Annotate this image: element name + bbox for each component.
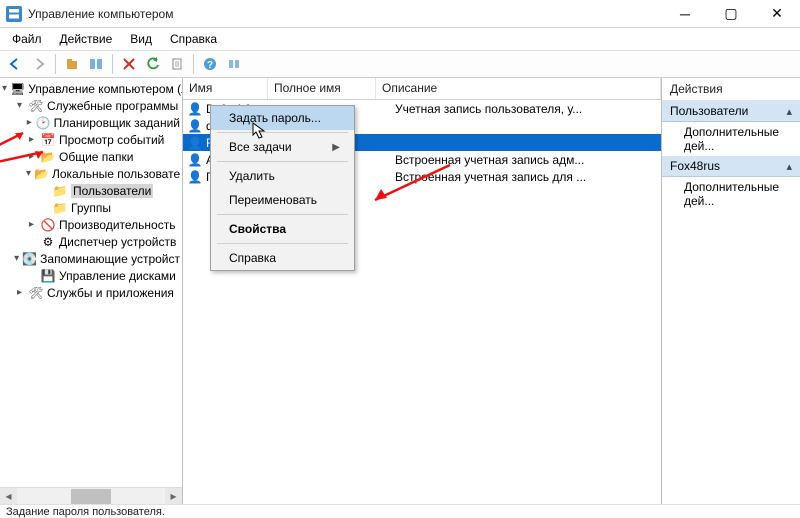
refresh-button[interactable]	[142, 53, 164, 75]
window-title: Управление компьютером	[28, 7, 662, 21]
tree-users[interactable]: 📁Пользователи	[0, 182, 182, 199]
user-icon: 👤	[187, 135, 203, 151]
menu-action[interactable]: Действие	[52, 30, 121, 48]
close-button[interactable]: ✕	[754, 0, 800, 28]
col-desc[interactable]: Описание	[376, 78, 661, 99]
user-icon: 👤	[187, 101, 203, 117]
ctx-delete[interactable]: Удалить	[211, 164, 354, 188]
delete-button[interactable]	[118, 53, 140, 75]
col-name[interactable]: Имя	[183, 78, 268, 99]
view-mode-button[interactable]	[223, 53, 245, 75]
scroll-right-icon[interactable]: ▸	[165, 488, 182, 505]
tree-panel: ▾🖥Управление компьютером (л ▾🛠Служебные …	[0, 78, 183, 504]
workspace: ▾🖥Управление компьютером (л ▾🛠Служебные …	[0, 78, 800, 504]
tree-groups[interactable]: 📁Группы	[0, 199, 182, 216]
menu-file[interactable]: Файл	[4, 30, 50, 48]
toolbar: ?	[0, 50, 800, 78]
actions-panel: Действия Пользователи▴ Дополнительные де…	[662, 78, 800, 504]
ctx-properties[interactable]: Свойства	[211, 217, 354, 241]
actions-sec-fox[interactable]: Fox48rus▴	[662, 156, 800, 177]
scroll-thumb[interactable]	[71, 489, 111, 504]
tree-root[interactable]: ▾🖥Управление компьютером (л	[0, 80, 182, 97]
context-menu: Задать пароль... Все задачи▶ Удалить Пер…	[210, 105, 355, 271]
tree-sched[interactable]: ▸🕑Планировщик заданий	[0, 114, 182, 131]
forward-button[interactable]	[28, 53, 50, 75]
tree-diskmgr[interactable]: 💾Управление дисками	[0, 267, 182, 284]
titlebar: Управление компьютером ─ ▢ ✕	[0, 0, 800, 28]
actions-more-2[interactable]: Дополнительные дей...	[662, 177, 800, 211]
tree-events[interactable]: ▸📅Просмотр событий	[0, 131, 182, 148]
tree-services[interactable]: ▸🛠Службы и приложения	[0, 284, 182, 301]
scroll-left-icon[interactable]: ◂	[0, 488, 17, 505]
app-icon	[6, 6, 22, 22]
ctx-help[interactable]: Справка	[211, 246, 354, 270]
tree-shares[interactable]: ▸📂Общие папки	[0, 148, 182, 165]
tree-local[interactable]: ▾📂Локальные пользовате	[0, 165, 182, 182]
menu-view[interactable]: Вид	[122, 30, 160, 48]
tree-storage[interactable]: ▾💽Запоминающие устройст	[0, 250, 182, 267]
list-header: Имя Полное имя Описание	[183, 78, 661, 100]
submenu-arrow-icon: ▶	[332, 142, 340, 153]
help-button[interactable]: ?	[199, 53, 221, 75]
status-bar: Задание пароля пользователя.	[0, 504, 800, 518]
tree-scrollbar[interactable]: ◂ ▸	[0, 487, 182, 504]
tree-perf[interactable]: ▸🚫Производительность	[0, 216, 182, 233]
collapse-icon: ▴	[786, 160, 792, 173]
user-icon: 👤	[187, 152, 203, 168]
ctx-set-password[interactable]: Задать пароль...	[211, 106, 354, 130]
back-button[interactable]	[4, 53, 26, 75]
actions-title: Действия	[662, 78, 800, 101]
user-icon: 👤	[187, 169, 203, 185]
export-button[interactable]	[166, 53, 188, 75]
show-hide-button[interactable]	[85, 53, 107, 75]
collapse-icon: ▴	[786, 105, 792, 118]
user-icon: 👤	[187, 118, 203, 134]
menubar: Файл Действие Вид Справка	[0, 28, 800, 50]
tree-devmgr[interactable]: ⚙Диспетчер устройств	[0, 233, 182, 250]
ctx-rename[interactable]: Переименовать	[211, 188, 354, 212]
svg-text:?: ?	[207, 60, 213, 71]
actions-sec-users[interactable]: Пользователи▴	[662, 101, 800, 122]
maximize-button[interactable]: ▢	[708, 0, 754, 28]
tree-sys[interactable]: ▾🛠Служебные программы	[0, 97, 182, 114]
ctx-all-tasks[interactable]: Все задачи▶	[211, 135, 354, 159]
col-fullname[interactable]: Полное имя	[268, 78, 376, 99]
up-button[interactable]	[61, 53, 83, 75]
actions-more-1[interactable]: Дополнительные дей...	[662, 122, 800, 156]
menu-help[interactable]: Справка	[162, 30, 225, 48]
window-buttons: ─ ▢ ✕	[662, 0, 800, 28]
minimize-button[interactable]: ─	[662, 0, 708, 28]
